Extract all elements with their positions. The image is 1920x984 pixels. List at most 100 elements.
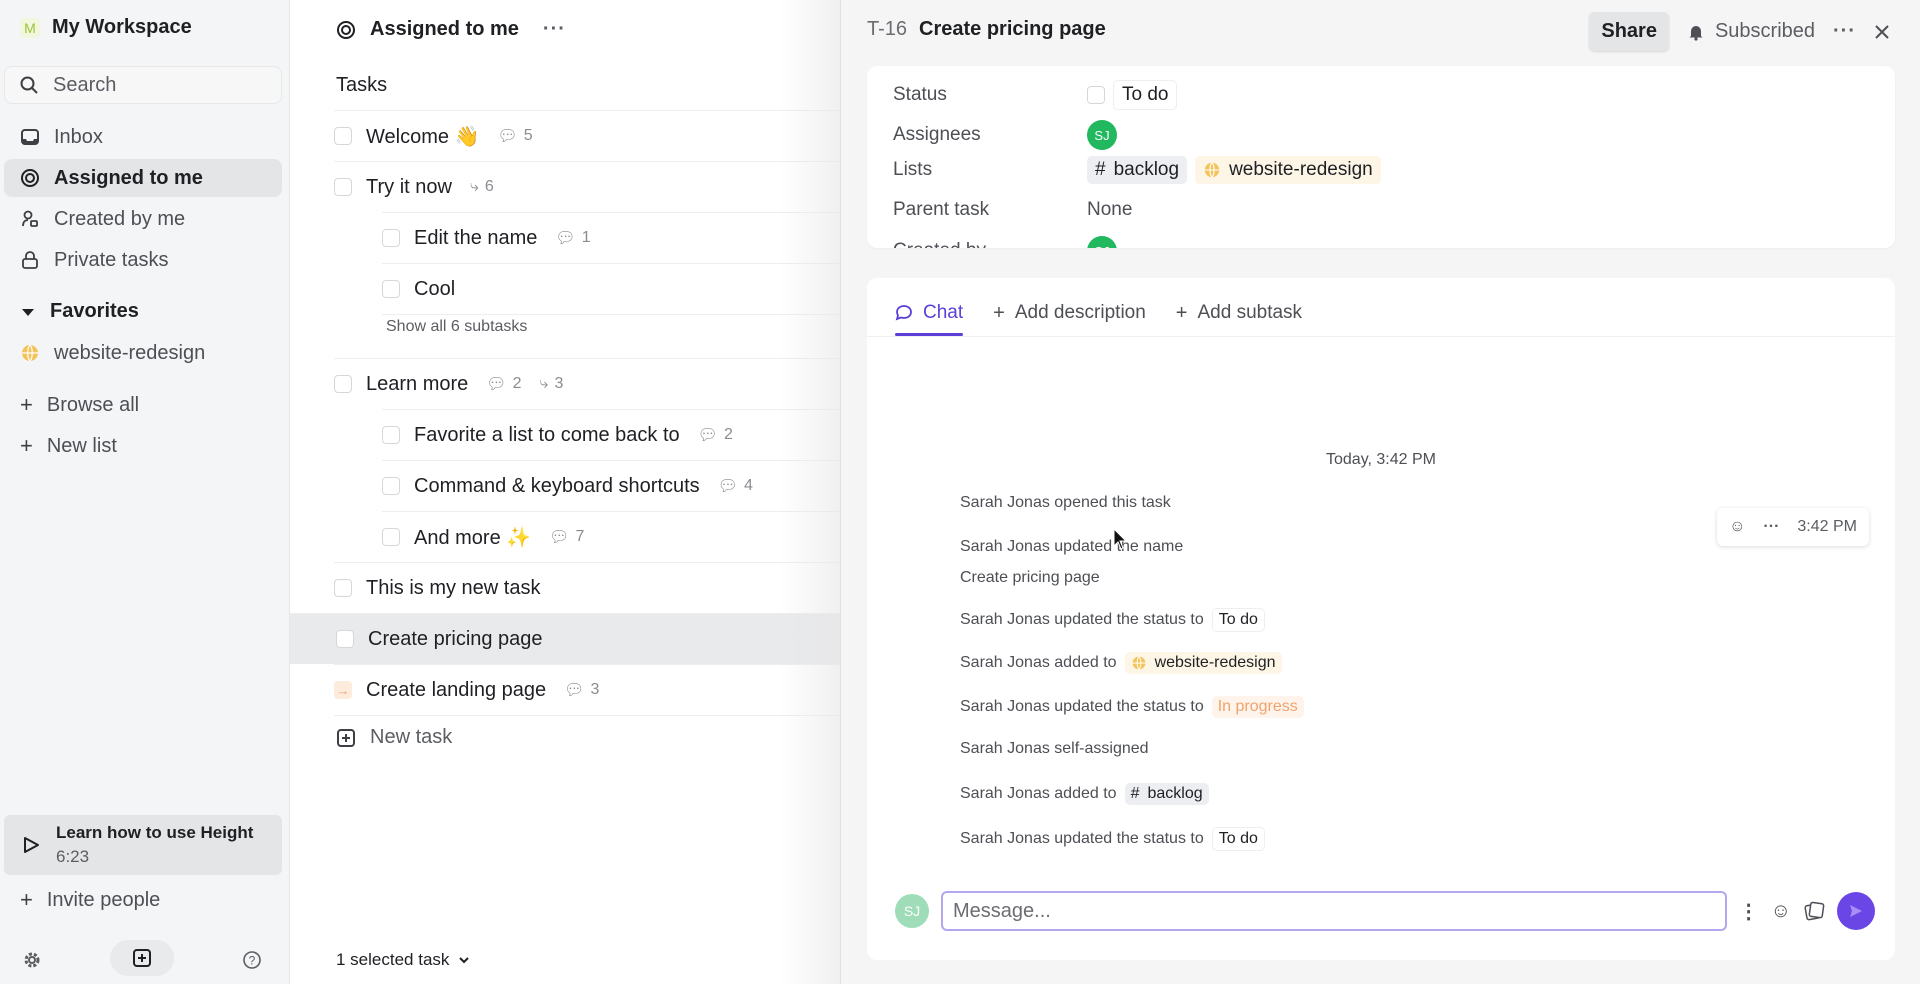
- list-chip-backlog[interactable]: # backlog: [1087, 156, 1188, 184]
- creator-avatar: SJ: [1087, 236, 1117, 248]
- task-checkbox[interactable]: [382, 229, 400, 247]
- chat-bubble-icon: [895, 305, 912, 321]
- more-icon[interactable]: ···: [1763, 518, 1779, 536]
- add-reaction-icon[interactable]: ☺︎: [1729, 518, 1745, 536]
- in-progress-status-icon[interactable]: →: [334, 681, 352, 699]
- task-title[interactable]: Create pricing page: [919, 18, 1106, 41]
- task-checkbox[interactable]: [334, 375, 352, 393]
- task-row[interactable]: → Create landing page 💬︎ 3: [334, 664, 840, 715]
- task-checkbox[interactable]: [382, 528, 400, 546]
- comment-icon: 💬︎: [497, 128, 518, 145]
- share-button[interactable]: Share: [1589, 12, 1669, 51]
- plus-icon: +: [20, 392, 33, 417]
- svg-text:?: ?: [249, 954, 256, 968]
- globe-icon: [1132, 656, 1145, 670]
- play-icon: [24, 837, 39, 853]
- sidebar-item-inbox[interactable]: Inbox: [4, 118, 282, 156]
- search-icon: [20, 76, 38, 94]
- sidebar-item-label: Created by me: [54, 207, 186, 230]
- task-row[interactable]: Command & keyboard shortcuts 💬︎ 4: [382, 460, 840, 511]
- message-input[interactable]: [941, 891, 1727, 931]
- assignee-avatar[interactable]: SJ: [1087, 120, 1117, 150]
- settings-icon[interactable]: [22, 950, 42, 970]
- selection-dropdown[interactable]: 1 selected task: [336, 950, 471, 970]
- task-row[interactable]: Try it now ⤷ 6: [334, 161, 840, 212]
- task-checkbox[interactable]: [334, 178, 352, 196]
- favorites-toggle[interactable]: Favorites: [20, 300, 139, 323]
- task-checkbox[interactable]: [334, 579, 352, 597]
- gif-icon[interactable]: [1803, 900, 1825, 922]
- search-button[interactable]: Search: [4, 66, 282, 104]
- task-checkbox[interactable]: [382, 477, 400, 495]
- list-chip-website-redesign[interactable]: website-redesign: [1195, 156, 1381, 184]
- task-row[interactable]: This is my new task: [334, 562, 840, 613]
- task-title: Welcome 👋: [366, 125, 480, 148]
- show-all-subtasks-link[interactable]: Show all 6 subtasks: [386, 318, 527, 336]
- status-value[interactable]: To do: [1113, 80, 1178, 110]
- view-more-icon[interactable]: ···: [543, 18, 566, 41]
- task-title: Cool: [414, 277, 456, 300]
- sidebar-item-website-redesign[interactable]: website-redesign: [4, 334, 282, 372]
- task-checkbox[interactable]: [382, 280, 400, 298]
- subscribe-button[interactable]: Subscribed: [1687, 20, 1815, 43]
- caret-down-icon: [22, 308, 34, 316]
- sidebar: M My Workspace Search Inbox Assigned to …: [0, 0, 290, 984]
- task-title: And more ✨: [414, 526, 532, 549]
- task-checkbox[interactable]: [382, 426, 400, 444]
- selected-count: 1 selected task: [336, 950, 450, 969]
- subtask-icon: ⤷: [539, 375, 549, 392]
- learn-video-card[interactable]: Learn how to use Height 6:23: [4, 815, 282, 875]
- send-button[interactable]: [1837, 892, 1875, 930]
- create-button[interactable]: [110, 940, 174, 976]
- task-row[interactable]: Edit the name 💬︎ 1: [382, 212, 840, 263]
- task-checkbox[interactable]: [336, 630, 354, 648]
- task-row[interactable]: Favorite a list to come back to 💬︎ 2: [382, 409, 840, 460]
- emoji-icon[interactable]: ☺︎: [1771, 900, 1791, 923]
- parent-task-value[interactable]: None: [1087, 199, 1132, 221]
- task-row[interactable]: Welcome 👋 💬︎ 5: [334, 110, 840, 161]
- sidebar-item-assigned-to-me[interactable]: Assigned to me: [4, 159, 282, 197]
- browse-all-button[interactable]: + Browse all: [4, 386, 282, 424]
- user-avatar: SJ: [895, 894, 929, 928]
- status-checkbox[interactable]: [1087, 86, 1105, 104]
- send-icon: [1850, 905, 1862, 917]
- detail-header: T-16 Create pricing page: [867, 18, 1106, 41]
- sidebar-item-created-by-me[interactable]: Created by me: [4, 200, 282, 238]
- task-row[interactable]: And more ✨ 💬︎ 7: [382, 511, 840, 562]
- task-row[interactable]: Cool: [382, 263, 840, 314]
- more-vertical-icon[interactable]: ⋮: [1739, 899, 1759, 924]
- plus-icon: +: [20, 887, 33, 912]
- property-label: Created by: [893, 240, 1087, 248]
- list-chip[interactable]: # backlog: [1124, 783, 1209, 805]
- help-icon[interactable]: ?: [242, 950, 262, 970]
- comment-icon: 💬︎: [555, 230, 576, 247]
- more-icon[interactable]: ···: [1833, 20, 1856, 43]
- task-detail-panel: T-16 Create pricing page Share Subscribe…: [840, 0, 1920, 984]
- search-label: Search: [53, 73, 117, 96]
- timeline-event: Sarah Jonas updated the name: [960, 538, 1184, 555]
- view-header: Assigned to me ···: [336, 18, 566, 41]
- view-title: Assigned to me: [370, 18, 519, 40]
- close-icon[interactable]: [1874, 24, 1890, 40]
- learn-duration: 6:23: [56, 847, 90, 866]
- tab-chat[interactable]: Chat: [895, 292, 964, 336]
- tab-add-description[interactable]: + Add description: [993, 292, 1146, 334]
- task-row[interactable]: Learn more 💬︎ 2 ⤷ 3: [334, 358, 840, 409]
- status-chip: To do: [1211, 827, 1265, 851]
- task-title: Try it now: [366, 175, 452, 198]
- tab-add-subtask[interactable]: + Add subtask: [1176, 292, 1302, 334]
- task-checkbox[interactable]: [334, 127, 352, 145]
- invite-people-button[interactable]: + Invite people: [4, 881, 282, 919]
- list-chip[interactable]: website-redesign: [1124, 652, 1282, 674]
- workspace-switcher[interactable]: M My Workspace: [20, 16, 192, 39]
- comment-count: 💬︎ 4: [717, 477, 753, 495]
- new-list-label: New list: [46, 434, 117, 457]
- new-task-button[interactable]: New task: [336, 726, 452, 749]
- task-id: T-16: [867, 18, 908, 40]
- new-list-button[interactable]: + New list: [4, 427, 282, 465]
- mouse-cursor: [1113, 528, 1127, 550]
- task-row-selected[interactable]: Create pricing page: [290, 613, 840, 664]
- subtask-count: ⤷ 3: [539, 375, 564, 392]
- sidebar-item-private-tasks[interactable]: Private tasks: [4, 241, 282, 279]
- tabs-divider: [867, 336, 1895, 337]
